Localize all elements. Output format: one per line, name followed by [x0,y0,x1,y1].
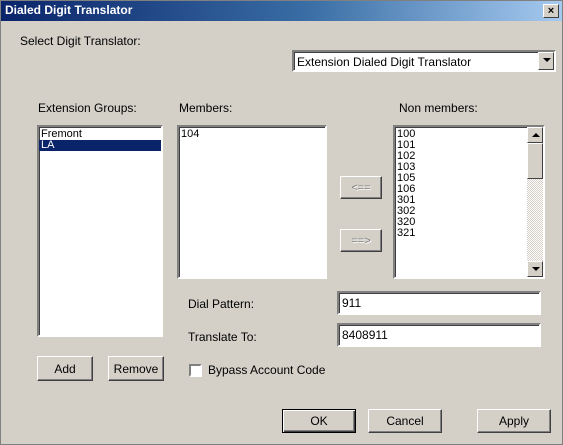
non-members-label: Non members: [399,101,478,115]
members-list[interactable]: 104 [177,125,327,279]
non-member-item[interactable]: 102 [395,151,543,162]
dial-pattern-label: Dial Pattern: [188,297,255,311]
non-member-item[interactable]: 321 [395,228,543,239]
non-member-item[interactable]: 100 [395,129,543,140]
title-bar[interactable]: Dialed Digit Translator × [1,1,562,21]
close-icon: × [547,5,555,17]
dialog-window: Dialed Digit Translator × Select Digit T… [0,0,563,445]
members-label: Members: [179,101,233,115]
arrow-up-icon [532,133,540,137]
translator-select-value: Extension Dialed Digit Translator [297,55,472,69]
non-member-item[interactable]: 103 [395,162,543,173]
group-item-fremont[interactable]: Fremont [39,129,161,140]
non-member-item[interactable]: 320 [395,217,543,228]
scroll-up-button[interactable] [527,127,543,143]
remove-group-button[interactable]: Remove [108,356,164,381]
translator-select[interactable]: Extension Dialed Digit Translator [292,50,556,72]
vertical-scrollbar[interactable] [527,127,543,277]
scrollbar-thumb[interactable] [527,143,543,179]
close-button[interactable]: × [543,4,559,18]
ok-button[interactable]: OK [282,409,356,433]
bypass-account-code-checkbox[interactable] [189,364,202,377]
group-item-la[interactable]: LA [39,140,161,151]
extension-groups-list[interactable]: Fremont LA [37,125,163,337]
dial-pattern-value: 911 [342,296,362,310]
non-member-item[interactable]: 301 [395,195,543,206]
window-title: Dialed Digit Translator [5,3,133,17]
add-group-button[interactable]: Add [37,356,93,381]
translate-to-value: 8408911 [342,328,388,342]
remove-member-button[interactable]: ==> [340,229,382,252]
chevron-down-icon [543,58,551,62]
member-item[interactable]: 104 [179,129,325,140]
translate-to-label: Translate To: [188,330,257,344]
select-translator-label: Select Digit Translator: [20,34,141,48]
apply-button[interactable]: Apply [477,409,551,433]
add-member-button[interactable]: <== [340,176,382,199]
translate-to-input[interactable]: 8408911 [337,323,541,347]
non-member-item[interactable]: 101 [395,140,543,151]
arrow-down-icon [532,267,540,271]
non-member-item[interactable]: 105 [395,173,543,184]
dial-pattern-input[interactable]: 911 [337,291,541,315]
non-members-list[interactable]: 100 101 102 103 105 106 301 302 320 321 [393,125,545,279]
scroll-down-button[interactable] [527,261,543,277]
non-member-item[interactable]: 302 [395,206,543,217]
dropdown-button[interactable] [538,52,554,70]
bypass-account-code-label: Bypass Account Code [208,363,326,377]
extension-groups-label: Extension Groups: [38,101,137,115]
non-member-item[interactable]: 106 [395,184,543,195]
cancel-button[interactable]: Cancel [368,409,442,433]
